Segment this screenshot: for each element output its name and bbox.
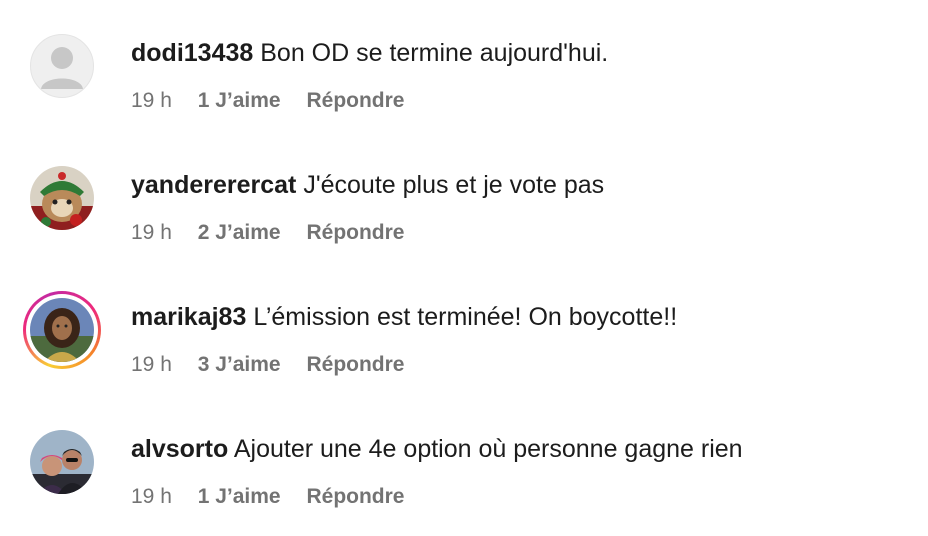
comment-likes[interactable]: 1 J’aime	[198, 485, 281, 508]
comment-text-line: dodi13438 Bon OD se termine aujourd'hui.	[131, 38, 608, 68]
comment-text-line: alvsorto Ajouter une 4e option où person…	[131, 434, 743, 464]
avatar[interactable]	[30, 166, 94, 230]
comment-username[interactable]: yandererercat	[131, 171, 296, 199]
comment-item: dodi13438 Bon OD se termine aujourd'hui.…	[0, 0, 928, 120]
comment-meta: 19 h 1 J’aime Répondre	[131, 484, 424, 510]
comment-body: J'écoute plus et je vote pas	[303, 171, 605, 199]
comment-item: alvsorto Ajouter une 4e option où person…	[0, 396, 928, 516]
reply-button[interactable]: Répondre	[306, 89, 404, 112]
comment-meta: 19 h 1 J’aime Répondre	[131, 88, 424, 114]
reply-button[interactable]: Répondre	[306, 485, 404, 508]
comment-time[interactable]: 19 h	[131, 485, 172, 508]
comment-item: yandererercat J'écoute plus et je vote p…	[0, 132, 928, 252]
comment-body: L’émission est terminée! On boycotte!!	[253, 303, 678, 331]
comment-meta: 19 h 2 J’aime Répondre	[131, 220, 424, 246]
comment-body: Ajouter une 4e option où personne gagne …	[233, 435, 743, 463]
comment-username[interactable]: alvsorto	[131, 435, 228, 463]
comment-likes[interactable]: 3 J’aime	[198, 353, 281, 376]
story-ring	[26, 294, 98, 366]
comment-body: Bon OD se termine aujourd'hui.	[260, 39, 609, 67]
story-ring-avatar[interactable]	[23, 291, 101, 369]
avatar[interactable]	[30, 430, 94, 494]
person-photo	[30, 298, 94, 362]
cat-photo	[30, 166, 94, 230]
avatar[interactable]	[30, 34, 94, 98]
comment-likes[interactable]: 2 J’aime	[198, 221, 281, 244]
comment-likes[interactable]: 1 J’aime	[198, 89, 281, 112]
comment-text-line: marikaj83 L’émission est terminée! On bo…	[131, 302, 677, 332]
comment-text-line: yandererercat J'écoute plus et je vote p…	[131, 170, 604, 200]
reply-button[interactable]: Répondre	[306, 221, 404, 244]
comment-meta: 19 h 3 J’aime Répondre	[131, 352, 424, 378]
default-avatar-icon	[30, 34, 94, 98]
comment-time[interactable]: 19 h	[131, 89, 172, 112]
comment-time[interactable]: 19 h	[131, 353, 172, 376]
comment-item: marikaj83 L’émission est terminée! On bo…	[0, 264, 928, 384]
comment-time[interactable]: 19 h	[131, 221, 172, 244]
comment-username[interactable]: marikaj83	[131, 303, 246, 331]
reply-button[interactable]: Répondre	[306, 353, 404, 376]
couple-photo	[30, 430, 94, 494]
comment-username[interactable]: dodi13438	[131, 39, 253, 67]
